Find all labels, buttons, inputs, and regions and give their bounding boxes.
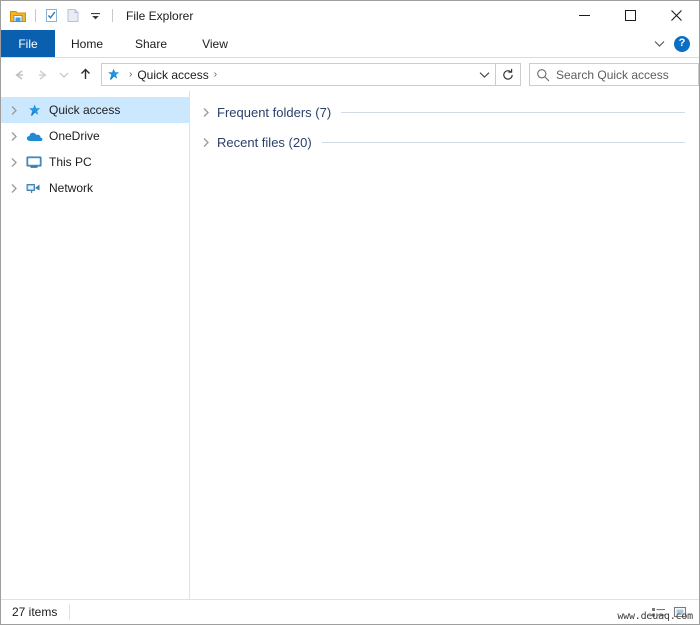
sidebar-item-label: Network xyxy=(49,181,94,195)
chevron-down-icon[interactable] xyxy=(648,33,670,55)
search-placeholder: Search Quick access xyxy=(556,67,669,82)
address-bar[interactable]: › Quick access › xyxy=(101,63,496,86)
maximize-button[interactable] xyxy=(607,1,653,30)
ribbon-right-controls: ? xyxy=(648,30,695,57)
sidebar-item-quick-access[interactable]: Quick access xyxy=(1,97,189,123)
window-controls xyxy=(561,1,699,30)
explorer-body: Quick access OneDrive This PC Network Fr… xyxy=(1,91,699,599)
quick-access-toolbar xyxy=(1,1,118,30)
forward-button[interactable] xyxy=(31,63,55,87)
tab-home[interactable]: Home xyxy=(55,30,119,57)
file-list-area[interactable]: Frequent folders (7) Recent files (20) xyxy=(190,91,699,599)
expand-chevron-icon[interactable] xyxy=(5,157,23,168)
large-icons-view-button[interactable] xyxy=(669,602,691,622)
sidebar-item-this-pc[interactable]: This PC xyxy=(1,149,189,175)
group-divider xyxy=(321,141,685,143)
tab-share[interactable]: Share xyxy=(119,30,183,57)
address-bar-row: › Quick access › Search Quick access xyxy=(1,58,699,91)
chevron-right-icon[interactable] xyxy=(198,107,214,118)
breadcrumb-path[interactable]: Quick access xyxy=(137,68,208,82)
item-count-label: 27 items xyxy=(12,605,58,619)
tab-file[interactable]: File xyxy=(1,30,55,57)
status-bar: 27 items www.deuaq.com xyxy=(1,599,699,624)
minimize-button[interactable] xyxy=(561,1,607,30)
customize-dropdown-icon[interactable] xyxy=(85,6,105,26)
close-button[interactable] xyxy=(653,1,699,30)
recent-locations-button[interactable] xyxy=(55,63,73,87)
group-divider xyxy=(341,111,685,113)
view-mode-buttons xyxy=(647,600,691,624)
group-label: Recent files (20) xyxy=(217,134,312,150)
pin-icon xyxy=(102,67,124,82)
sidebar-item-label: OneDrive xyxy=(49,129,100,143)
sidebar-item-label: Quick access xyxy=(49,103,121,117)
status-divider xyxy=(69,604,71,620)
up-button[interactable] xyxy=(73,63,97,87)
sidebar-item-label: This PC xyxy=(49,155,92,169)
title-bar: File Explorer xyxy=(1,1,699,30)
file-explorer-window: File Explorer File Home Share View ? › Q… xyxy=(0,0,700,625)
monitor-icon xyxy=(23,155,45,169)
expand-chevron-icon[interactable] xyxy=(5,131,23,142)
expand-chevron-icon[interactable] xyxy=(5,183,23,194)
cloud-icon xyxy=(23,130,45,143)
chevron-right-icon[interactable] xyxy=(198,137,214,148)
navigation-pane: Quick access OneDrive This PC Network xyxy=(1,91,190,599)
back-button[interactable] xyxy=(7,63,31,87)
pin-icon xyxy=(23,103,45,118)
folder-icon[interactable] xyxy=(8,6,28,26)
search-icon xyxy=(530,68,556,82)
expand-chevron-icon[interactable] xyxy=(5,105,23,116)
properties-icon[interactable] xyxy=(41,6,61,26)
sidebar-item-onedrive[interactable]: OneDrive xyxy=(1,123,189,149)
qat-divider-2 xyxy=(112,9,113,22)
sidebar-item-network[interactable]: Network xyxy=(1,175,189,201)
details-view-button[interactable] xyxy=(647,602,669,622)
qat-divider-1 xyxy=(35,9,36,22)
address-dropdown-icon[interactable] xyxy=(474,64,495,85)
breadcrumb-separator-1: › xyxy=(129,69,133,80)
refresh-button[interactable] xyxy=(496,63,521,86)
new-folder-icon[interactable] xyxy=(63,6,83,26)
window-title: File Explorer xyxy=(126,8,194,23)
breadcrumb-separator-2[interactable]: › xyxy=(209,69,222,80)
group-header-recent-files[interactable]: Recent files (20) xyxy=(190,127,699,157)
ribbon-tab-bar: File Home Share View ? xyxy=(1,30,699,58)
help-button[interactable]: ? xyxy=(674,35,690,52)
tab-view[interactable]: View xyxy=(183,30,247,57)
group-label: Frequent folders (7) xyxy=(217,104,332,120)
network-icon xyxy=(23,181,45,195)
group-header-frequent-folders[interactable]: Frequent folders (7) xyxy=(190,97,699,127)
search-input[interactable]: Search Quick access xyxy=(529,63,699,86)
